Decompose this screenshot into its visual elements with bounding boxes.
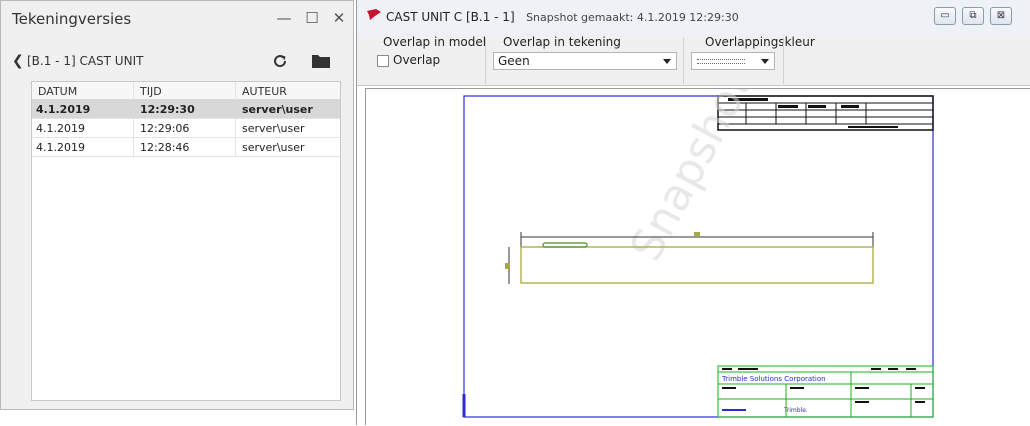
column-header-time[interactable]: TIJD (140, 85, 162, 98)
window-minimize-button[interactable]: ▭ (934, 7, 956, 25)
row-date: 4.1.2019 (36, 141, 85, 154)
chevron-down-icon (663, 59, 671, 64)
row-date: 4.1.2019 (36, 103, 91, 116)
minimize-icon[interactable]: — (273, 7, 295, 29)
close-icon[interactable]: ✕ (328, 7, 350, 29)
row-time: 12:29:30 (140, 103, 195, 116)
snapshot-timestamp: Snapshot gemaakt: 4.1.2019 12:29:30 (526, 11, 739, 24)
row-time: 12:29:06 (140, 122, 190, 135)
overlap-in-drawing-select[interactable]: Geen (493, 52, 677, 70)
refresh-icon[interactable] (271, 52, 289, 70)
panel-title-bar: Tekeningversies — ☐ ✕ (1, 1, 353, 37)
drawing-sheet: Snapshot Trimble Solutions Corporation T… (462, 89, 934, 418)
table-row[interactable]: 4.1.2019 12:28:46 server\user (32, 138, 340, 157)
table-row[interactable]: 4.1.2019 12:29:06 server\user (32, 119, 340, 138)
tekla-app-icon (367, 9, 381, 20)
drawing-window: CAST UNIT C [B.1 - 1] Snapshot gemaakt: … (356, 0, 1030, 425)
overlap-color-select[interactable] (691, 52, 775, 70)
row-author: server\user (242, 122, 305, 135)
overlap-in-drawing-label: Overlap in tekening (503, 35, 621, 49)
panel-title: Tekeningversies (12, 10, 132, 28)
chevron-down-icon (761, 59, 769, 64)
column-header-date[interactable]: DATUM (38, 85, 77, 98)
title-block-logo: Trimble. (783, 407, 808, 414)
overlap-color-label: Overlappingskleur (705, 35, 815, 49)
snapshot-watermark: Snapshot (621, 89, 763, 269)
table-row[interactable]: 4.1.2019 12:29:30 server\user (32, 100, 340, 119)
maximize-icon[interactable]: ☐ (301, 7, 323, 29)
line-style-swatch (697, 59, 745, 64)
table-header: DATUM TIJD AUTEUR (32, 82, 340, 100)
title-block-company: Trimble Solutions Corporation (721, 375, 826, 383)
dimension-line (505, 232, 874, 284)
row-date: 4.1.2019 (36, 122, 85, 135)
row-time: 12:28:46 (140, 141, 190, 154)
window-title-main: CAST UNIT C [B.1 - 1] (386, 10, 515, 24)
back-chevron-icon[interactable]: ❮ (12, 53, 24, 69)
column-header-author[interactable]: AUTEUR (242, 85, 287, 98)
drawing-canvas[interactable]: Snapshot Trimble Solutions Corporation T… (365, 88, 1030, 425)
window-restore-button[interactable]: ⧉ (962, 7, 984, 25)
overlap-checkbox[interactable] (377, 55, 389, 67)
folder-icon[interactable] (312, 54, 330, 68)
row-author: server\user (242, 103, 313, 116)
breadcrumb: ❮ [B.1 - 1] CAST UNIT (1, 49, 353, 75)
window-title: CAST UNIT C [B.1 - 1] Snapshot gemaakt: … (386, 10, 739, 24)
breadcrumb-label[interactable]: [B.1 - 1] CAST UNIT (27, 54, 143, 68)
overlap-checkbox-label[interactable]: Overlap (393, 53, 440, 67)
versions-table: DATUM TIJD AUTEUR 4.1.2019 12:29:30 serv… (31, 81, 341, 401)
cast-unit-beam (520, 246, 874, 284)
window-title-bar: CAST UNIT C [B.1 - 1] Snapshot gemaakt: … (357, 0, 1030, 34)
part-mark (542, 242, 588, 248)
window-close-button[interactable]: ⊠ (990, 7, 1012, 25)
overlap-in-model-label: Overlap in model (383, 35, 487, 49)
overlap-toolbar: Overlap in model Overlap Overlap in teke… (357, 34, 1030, 86)
row-author: server\user (242, 141, 305, 154)
overlap-in-drawing-value: Geen (498, 54, 530, 68)
title-block: Trimble Solutions Corporation Trimble. (717, 365, 934, 418)
drawing-versions-panel: Tekeningversies — ☐ ✕ ❮ [B.1 - 1] CAST U… (0, 0, 354, 410)
